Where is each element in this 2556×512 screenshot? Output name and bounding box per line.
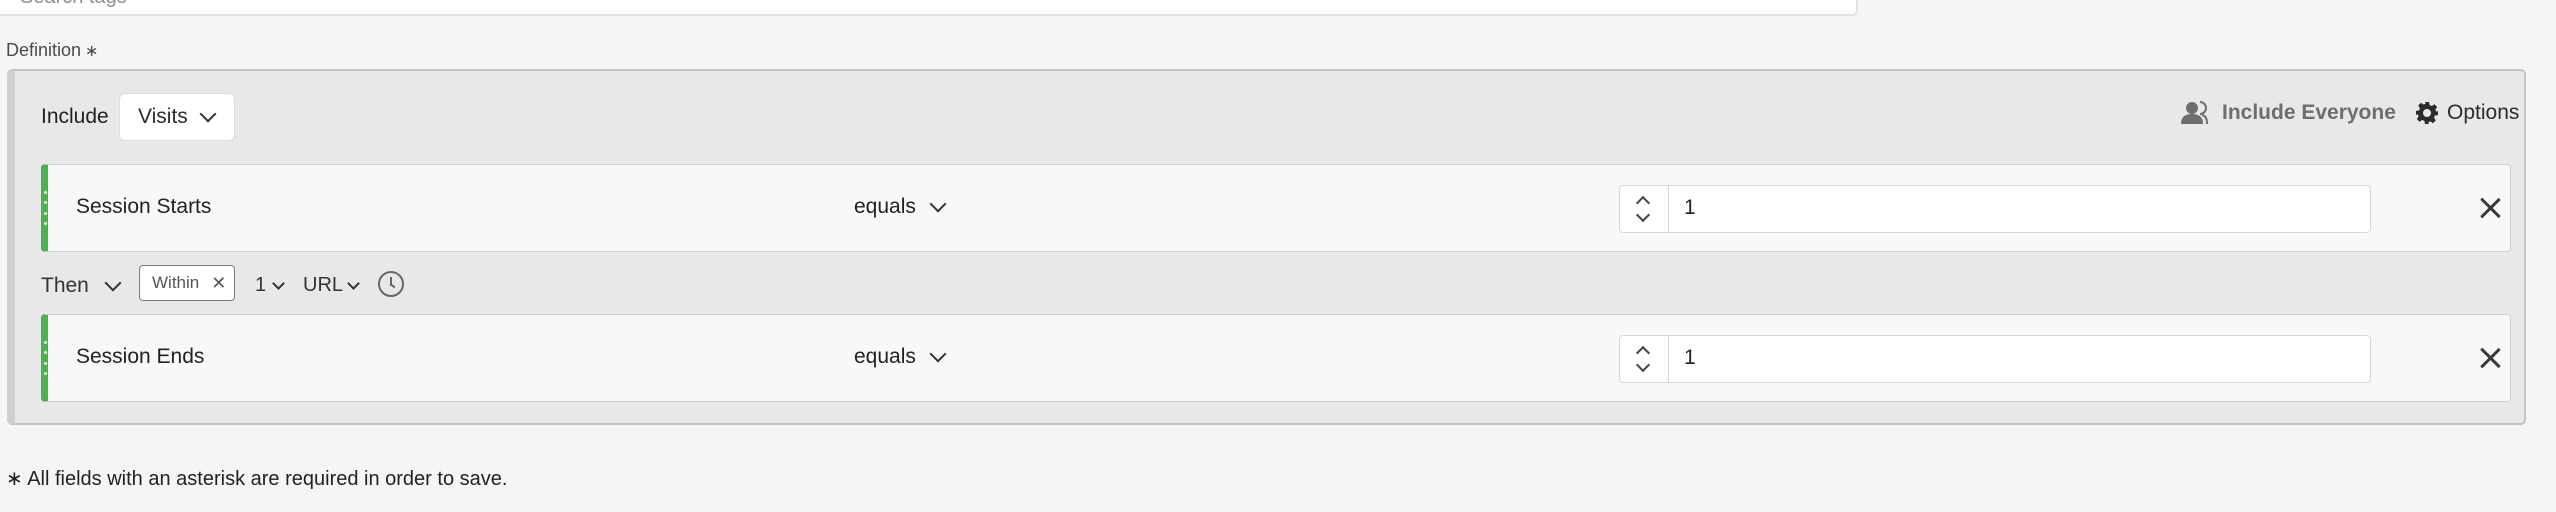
- value-text: 1: [1684, 196, 1696, 219]
- sequence-row: Then Within ✕ 1 URL: [15, 261, 815, 305]
- required-asterisk: ∗: [85, 43, 99, 60]
- gear-icon: [2416, 102, 2438, 124]
- then-dropdown[interactable]: Then: [41, 274, 122, 298]
- operator-dropdown[interactable]: equals: [854, 195, 947, 219]
- definition-container: Include Visits Include Everyone Options …: [7, 69, 2526, 425]
- then-label: Then: [41, 274, 89, 297]
- chevron-down-icon: [929, 345, 947, 363]
- chevron-down-icon: [199, 105, 217, 123]
- options-label: Options: [2447, 101, 2520, 124]
- unit-value: URL: [303, 274, 344, 296]
- required-fields-note: ∗ All fields with an asterisk are requir…: [6, 468, 508, 490]
- count-value: 1: [255, 274, 267, 296]
- search-placeholder: Search tags: [20, 0, 127, 9]
- clock-icon[interactable]: [378, 271, 404, 297]
- close-icon[interactable]: [2475, 343, 2505, 373]
- value-text: 1: [1684, 346, 1696, 369]
- within-tag[interactable]: Within ✕: [139, 265, 235, 301]
- include-everyone-button[interactable]: Include Everyone: [2180, 101, 2396, 125]
- context-dropdown[interactable]: Visits: [119, 93, 235, 141]
- operator-value: equals: [854, 195, 916, 218]
- unit-dropdown[interactable]: URL: [303, 274, 360, 297]
- context-dropdown-value: Visits: [138, 105, 188, 128]
- chevron-down-icon: [272, 277, 285, 290]
- include-label: Include: [41, 105, 109, 128]
- rule-dimension-name: Session Starts: [76, 195, 212, 218]
- drag-handle-icon[interactable]: [42, 191, 48, 225]
- rule-row: Session Starts equals 1: [41, 164, 2511, 252]
- chevron-down-icon: [929, 195, 947, 213]
- chevron-down-icon: [347, 277, 360, 290]
- include-everyone-label: Include Everyone: [2222, 101, 2396, 124]
- count-dropdown[interactable]: 1: [255, 274, 285, 297]
- rule-dimension-name: Session Ends: [76, 345, 205, 368]
- stepper-icon[interactable]: [1620, 336, 1669, 382]
- close-icon[interactable]: ✕: [211, 273, 226, 294]
- close-icon[interactable]: [2475, 193, 2505, 223]
- definition-header: Include Visits Include Everyone Options: [15, 71, 2524, 167]
- drag-handle-icon[interactable]: [42, 341, 48, 375]
- value-number-field[interactable]: 1: [1619, 185, 2371, 233]
- options-button[interactable]: Options: [2415, 101, 2519, 125]
- definition-label: Definition ∗: [6, 40, 99, 60]
- within-label: Within: [152, 273, 200, 292]
- operator-dropdown[interactable]: equals: [854, 345, 947, 369]
- stepper-icon[interactable]: [1620, 186, 1669, 232]
- rule-row: Session Ends equals 1: [41, 314, 2511, 402]
- search-tags-input[interactable]: Search tags: [0, 0, 1858, 16]
- value-number-field[interactable]: 1: [1619, 335, 2371, 383]
- operator-value: equals: [854, 345, 916, 368]
- person-icon: [2181, 101, 2208, 125]
- chevron-down-icon: [104, 274, 122, 292]
